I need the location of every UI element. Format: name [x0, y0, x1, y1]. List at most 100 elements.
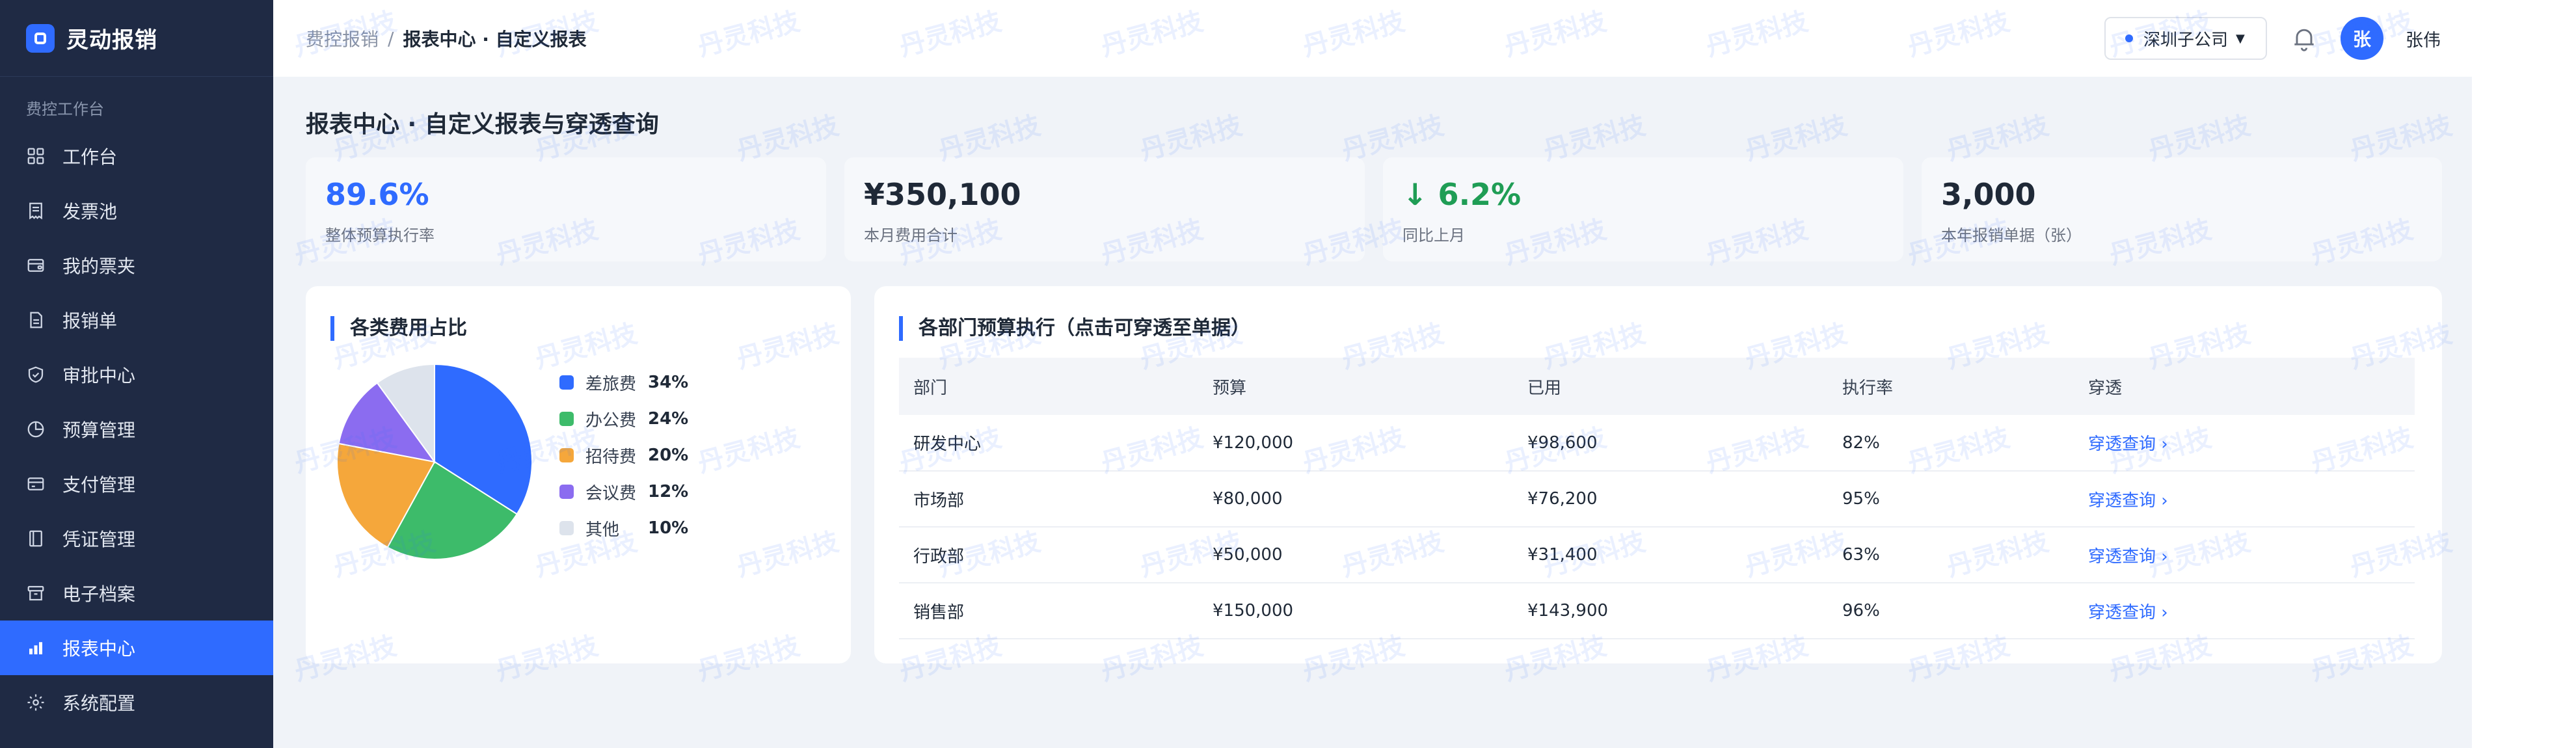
- table-row[interactable]: 行政部 ¥50,000 ¥31,400 63% 穿透查询 ›: [899, 527, 2415, 583]
- status-dot-icon: [2125, 34, 2133, 42]
- kpi-value: ¥350,100: [864, 177, 1021, 212]
- sidebar-item-label: 我的票夹: [62, 256, 136, 277]
- cell-used: ¥76,200: [1513, 471, 1828, 528]
- table-row[interactable]: 市场部 ¥80,000 ¥76,200 95% 穿透查询 ›: [899, 471, 2415, 528]
- sidebar-item-label: 电子档案: [62, 583, 136, 605]
- table-row[interactable]: 研发中心 ¥120,000 ¥98,600 82% 穿透查询 ›: [899, 415, 2415, 472]
- brand[interactable]: 灵动报销: [0, 0, 273, 77]
- legend-swatch: [559, 448, 574, 462]
- sidebar-item-label: 报表中心: [62, 638, 136, 660]
- main-content: 报表中心 · 自定义报表与穿透查询 89.6% 整体预算执行率 ¥350,100…: [273, 77, 2472, 748]
- column-header: 部门: [899, 358, 1198, 415]
- sidebar-item-archive[interactable]: 电子档案: [0, 566, 273, 621]
- cell-used: ¥98,600: [1513, 415, 1828, 472]
- kpi-label: 本年报销单据（张）: [1941, 226, 2082, 245]
- table-header-row: 部门 预算 已用 执行率 穿透: [899, 358, 2415, 415]
- cell-budget: ¥150,000: [1198, 583, 1513, 639]
- legend-item[interactable]: 招待费 20%: [559, 437, 689, 474]
- kpi-value: ↓ 6.2%: [1402, 177, 1522, 212]
- department-budget-card: 各部门预算执行（点击可穿透至单据） 部门 预算 已用 执行率 穿透 研发中心 ¥…: [874, 286, 2442, 663]
- pie-icon: [27, 421, 44, 438]
- kpi-card-mom-change: ↓ 6.2% 同比上月: [1383, 157, 1903, 261]
- legend-label: 差旅费: [585, 374, 637, 394]
- company-selector[interactable]: 深圳子公司 ▼: [2104, 17, 2267, 60]
- breadcrumb-current: 报表中心 · 自定义报表: [403, 29, 587, 50]
- sidebar-item-label: 凭证管理: [62, 529, 136, 550]
- column-header: 执行率: [1828, 358, 2074, 415]
- wallet-icon: [27, 259, 44, 272]
- legend-swatch: [559, 412, 574, 426]
- drilldown-link[interactable]: 穿透查询 ›: [2088, 603, 2168, 622]
- voucher-icon: [29, 530, 42, 547]
- legend-swatch: [559, 375, 574, 390]
- drilldown-link[interactable]: 穿透查询 ›: [2088, 547, 2168, 567]
- legend-item[interactable]: 办公费 24%: [559, 401, 689, 437]
- legend-value: 20%: [648, 446, 689, 465]
- pie-chart: [336, 363, 533, 560]
- cell-rate: 63%: [1828, 527, 2074, 583]
- sidebar-item-approval[interactable]: 审批中心: [0, 347, 273, 402]
- legend-swatch: [559, 485, 574, 499]
- company-name: 深圳子公司: [2143, 30, 2229, 50]
- kpi-card-execution-rate: 89.6% 整体预算执行率: [306, 157, 826, 261]
- cell-budget: ¥50,000: [1198, 527, 1513, 583]
- sidebar-item-label: 支付管理: [62, 474, 136, 496]
- kpi-card-monthly-total: ¥350,100 本月费用合计: [844, 157, 1365, 261]
- archive-icon: [27, 585, 44, 601]
- bell-icon[interactable]: [2290, 23, 2318, 53]
- user-name[interactable]: 张伟: [2406, 26, 2441, 51]
- sidebar-item-invoice-pool[interactable]: 发票池: [0, 183, 273, 238]
- legend-item[interactable]: 会议费 12%: [559, 474, 689, 510]
- legend-value: 10%: [648, 518, 689, 538]
- legend-item[interactable]: 其他 10%: [559, 510, 689, 546]
- kpi-value: 3,000: [1941, 177, 2036, 212]
- sidebar-item-dashboard[interactable]: 工作台: [0, 129, 273, 183]
- legend-swatch: [559, 521, 574, 535]
- sidebar-section-label: 费控工作台: [26, 100, 104, 118]
- legend-value: 24%: [648, 409, 689, 429]
- sidebar-item-expense-form[interactable]: 报销单: [0, 293, 273, 347]
- cell-department: 市场部: [899, 471, 1198, 528]
- legend-label: 办公费: [585, 410, 637, 431]
- breadcrumb-parent[interactable]: 费控报销: [306, 25, 379, 51]
- page-title: 报表中心 · 自定义报表与穿透查询: [306, 111, 659, 138]
- legend-value: 12%: [648, 482, 689, 501]
- sidebar-item-reports[interactable]: 报表中心: [0, 621, 273, 675]
- receipt-icon: [29, 202, 42, 220]
- column-header: 已用: [1513, 358, 1828, 415]
- avatar[interactable]: 张: [2341, 17, 2383, 60]
- card-title: 各部门预算执行（点击可穿透至单据）: [899, 316, 1250, 341]
- cell-used: ¥143,900: [1513, 583, 1828, 639]
- sidebar-item-label: 预算管理: [62, 420, 136, 441]
- sidebar-item-settings[interactable]: 系统配置: [0, 675, 273, 730]
- kpi-label: 同比上月: [1402, 226, 1465, 245]
- sidebar-item-label: 审批中心: [62, 365, 136, 386]
- sidebar-item-voucher[interactable]: 凭证管理: [0, 511, 273, 566]
- cell-used: ¥31,400: [1513, 527, 1828, 583]
- table-row[interactable]: 销售部 ¥150,000 ¥143,900 96% 穿透查询 ›: [899, 583, 2415, 639]
- budget-table: 部门 预算 已用 执行率 穿透 研发中心 ¥120,000 ¥98,600 82…: [899, 358, 2415, 639]
- card-icon: [27, 477, 44, 490]
- column-header: 预算: [1198, 358, 1513, 415]
- cell-rate: 95%: [1828, 471, 2074, 528]
- legend-value: 34%: [648, 373, 689, 392]
- bar-chart-icon: [29, 642, 42, 654]
- sidebar-item-payment[interactable]: 支付管理: [0, 457, 273, 511]
- cell-rate: 82%: [1828, 415, 2074, 472]
- sidebar-item-label: 报销单: [62, 310, 118, 332]
- cell-rate: 96%: [1828, 583, 2074, 639]
- shield-check-icon: [28, 366, 44, 383]
- legend-label: 会议费: [585, 483, 637, 503]
- sidebar-item-label: 发票池: [62, 201, 118, 222]
- cell-department: 研发中心: [899, 415, 1198, 472]
- legend-item[interactable]: 差旅费 34%: [559, 364, 689, 401]
- drilldown-link[interactable]: 穿透查询 ›: [2088, 434, 2168, 454]
- kpi-label: 本月费用合计: [864, 226, 958, 245]
- sidebar-item-budget[interactable]: 预算管理: [0, 402, 273, 457]
- gear-icon: [27, 694, 44, 711]
- kpi-value: 89.6%: [325, 177, 429, 212]
- kpi-card-annual-documents: 3,000 本年报销单据（张）: [1922, 157, 2442, 261]
- expense-share-card: 各类费用占比 差旅费 34% 办公费 24% 招待费 20% 会议费 12% 其他 10%: [306, 286, 851, 663]
- drilldown-link[interactable]: 穿透查询 ›: [2088, 491, 2168, 511]
- sidebar-item-my-tickets[interactable]: 我的票夹: [0, 238, 273, 293]
